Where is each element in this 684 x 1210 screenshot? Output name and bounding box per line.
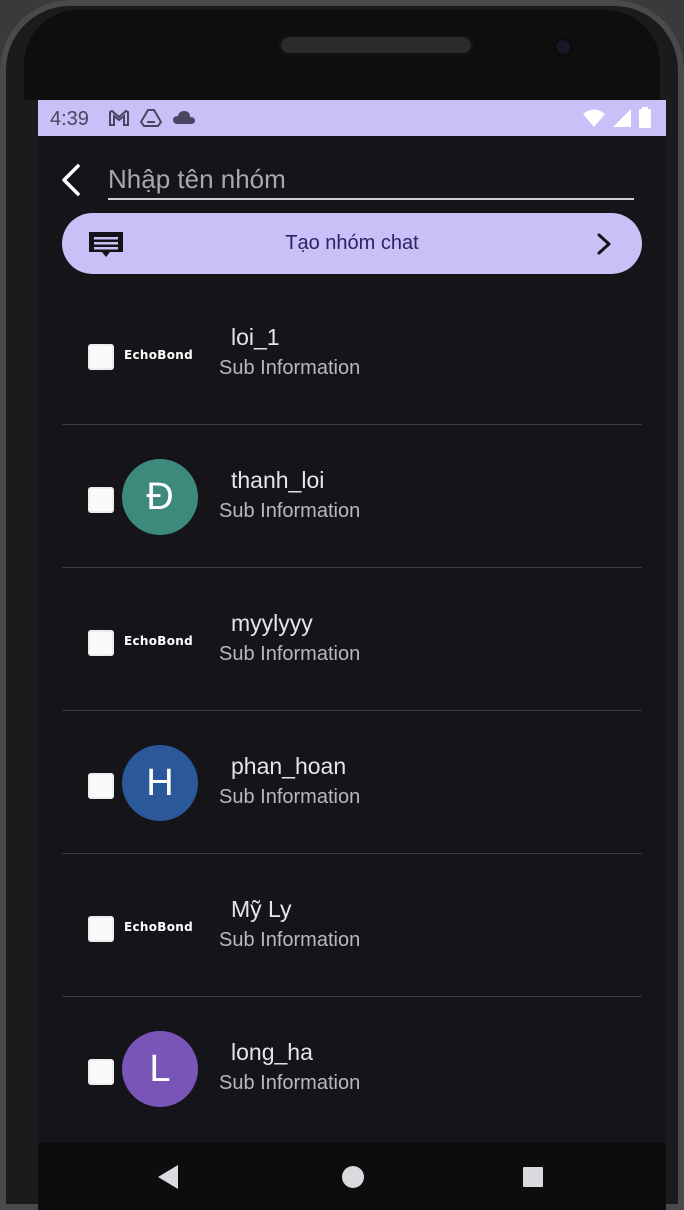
- contact-name: thanh_loi: [231, 467, 325, 493]
- battery-icon: [639, 107, 651, 128]
- group-name-input[interactable]: [108, 160, 634, 200]
- avatar: Đ: [122, 459, 198, 535]
- contact-sub-info: Sub Information: [219, 500, 361, 522]
- recents-square-icon[interactable]: [520, 1163, 546, 1191]
- gmail-icon: [109, 109, 129, 126]
- home-circle-icon[interactable]: [340, 1163, 366, 1191]
- system-icons: [582, 107, 652, 129]
- contact-row[interactable]: EchoBond Mỹ Ly Sub Information: [62, 854, 642, 997]
- phone-top-bezel: [24, 10, 660, 100]
- drive-icon: [140, 109, 162, 127]
- contact-sub-info: Sub Information: [219, 929, 361, 951]
- front-camera: [556, 40, 570, 54]
- echobond-logo-avatar: EchoBond: [124, 634, 194, 648]
- select-checkbox[interactable]: [88, 630, 114, 656]
- status-bar: 4:39: [38, 100, 666, 136]
- select-checkbox[interactable]: [88, 916, 114, 942]
- contact-row[interactable]: H phan_hoan Sub Information: [62, 711, 642, 854]
- contact-name: Mỹ Ly: [231, 896, 292, 922]
- status-time: 4:39: [50, 108, 89, 130]
- contact-sub-info: Sub Information: [219, 786, 361, 808]
- contact-row[interactable]: EchoBond loi_1 Sub Information: [62, 282, 642, 425]
- contact-sub-info: Sub Information: [219, 357, 361, 379]
- create-group-chat-label: Tạo nhóm chat: [285, 232, 419, 254]
- navigation-bar: [38, 1143, 666, 1210]
- select-checkbox[interactable]: [88, 344, 114, 370]
- contact-row[interactable]: EchoBond myylyyy Sub Information: [62, 568, 642, 711]
- contact-sub-info: Sub Information: [219, 1072, 361, 1094]
- contact-list: EchoBond loi_1 Sub Information Đ thanh_l…: [38, 282, 666, 1139]
- contact-sub-info: Sub Information: [219, 643, 361, 665]
- back-triangle-icon[interactable]: [156, 1163, 182, 1191]
- contact-name: phan_hoan: [231, 753, 347, 779]
- select-checkbox[interactable]: [88, 1059, 114, 1085]
- contact-name: myylyyy: [231, 610, 313, 636]
- echobond-logo-avatar: EchoBond: [124, 348, 194, 362]
- earpiece-speaker: [278, 34, 474, 56]
- select-checkbox[interactable]: [88, 487, 114, 513]
- contact-row[interactable]: L long_ha Sub Information: [62, 997, 642, 1139]
- chevron-right-icon: [597, 233, 611, 255]
- app-screen: 4:39 Nhập tên nhóm Tạo nhóm chat EchoBon…: [38, 100, 666, 1143]
- contact-name: loi_1: [231, 324, 280, 350]
- cloud-icon: [173, 111, 195, 124]
- select-checkbox[interactable]: [88, 773, 114, 799]
- signal-icon: [613, 109, 631, 127]
- wifi-icon: [583, 109, 605, 127]
- header: [38, 136, 666, 212]
- back-arrow-icon[interactable]: [56, 160, 86, 200]
- avatar: H: [122, 745, 198, 821]
- avatar: L: [122, 1031, 198, 1107]
- contact-name: long_ha: [231, 1039, 313, 1065]
- create-group-chat-button[interactable]: Tạo nhóm chat: [62, 213, 642, 274]
- contact-row[interactable]: Đ thanh_loi Sub Information: [62, 425, 642, 568]
- notification-icons: [108, 108, 196, 128]
- echobond-logo-avatar: EchoBond: [124, 920, 194, 934]
